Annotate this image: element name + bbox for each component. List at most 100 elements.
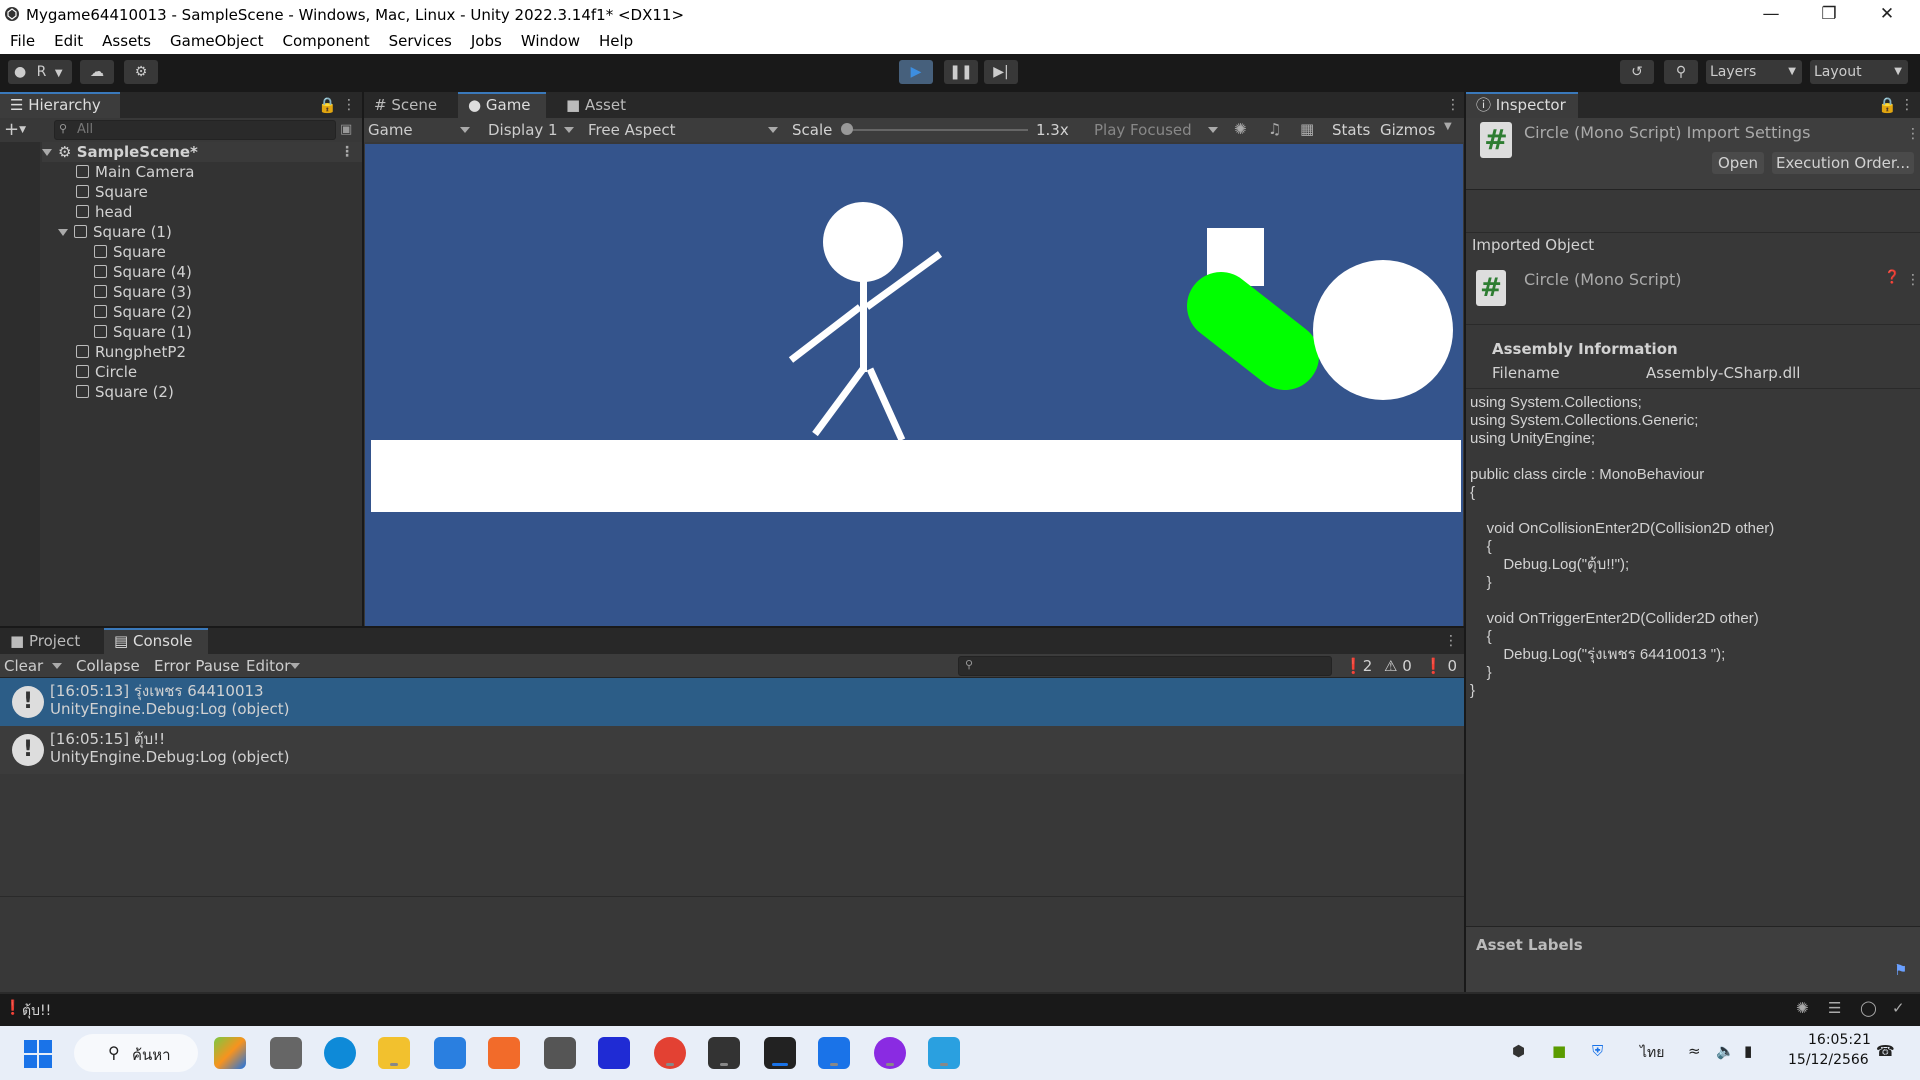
hierarchy-item[interactable]: Square (2)	[76, 382, 174, 402]
file-explorer-icon[interactable]	[378, 1037, 410, 1069]
tab-project[interactable]: ■ Project	[0, 628, 104, 654]
stats-button[interactable]: Stats	[1332, 121, 1370, 139]
app-icon[interactable]	[598, 1037, 630, 1069]
hierarchy-item[interactable]: Square (1)	[58, 222, 172, 242]
more-options-icon[interactable]: ⋮	[342, 97, 356, 113]
hierarchy-item[interactable]: Square (3)	[94, 282, 192, 302]
gizmos-button[interactable]: Gizmos	[1380, 121, 1435, 139]
clear-button[interactable]: Clear	[4, 655, 68, 677]
lock-icon[interactable]: 🔒	[318, 96, 337, 114]
collapse-toggle[interactable]: Collapse	[76, 657, 140, 675]
tab-scene[interactable]: # Scene	[364, 92, 458, 118]
menu-jobs[interactable]: Jobs	[461, 30, 511, 50]
scale-slider-track[interactable]	[844, 129, 1028, 131]
hierarchy-item[interactable]: Main Camera	[76, 162, 194, 182]
hierarchy-item[interactable]: Square (2)	[94, 302, 192, 322]
unity-hub-app-icon[interactable]	[708, 1037, 740, 1069]
tab-asset-store[interactable]: ■ Asset Store	[556, 92, 676, 140]
bug-icon[interactable]: ✺	[1796, 999, 1809, 1017]
minimize-button[interactable]: —	[1742, 0, 1800, 30]
hierarchy-item[interactable]: RungphetP2	[76, 342, 186, 362]
more-options-icon[interactable]: ⋮	[1444, 633, 1458, 649]
tab-inspector[interactable]: ⓘ Inspector	[1466, 92, 1578, 118]
pause-button[interactable]: ❚❚	[944, 60, 978, 84]
log-count-toggle[interactable]: ❗2	[1344, 657, 1372, 675]
scale-slider-thumb[interactable]	[841, 123, 853, 135]
wifi-icon[interactable]: ≈	[1688, 1042, 1701, 1060]
editor-dropdown[interactable]: Editor	[246, 655, 306, 677]
history-button[interactable]: ↺	[1620, 60, 1654, 84]
menu-help[interactable]: Help	[589, 30, 642, 50]
hierarchy-item[interactable]: Square (1)	[94, 322, 192, 342]
help-icon[interactable]: ❓	[1884, 270, 1900, 285]
chevron-down-icon[interactable]: ▼	[1444, 121, 1452, 132]
console-log-entry[interactable]: ! [16:05:13] รุ่งเพชร 64410013 UnityEngi…	[0, 678, 1464, 726]
expand-caret-icon[interactable]	[58, 229, 68, 236]
nvidia-tray-icon[interactable]: ■	[1552, 1042, 1566, 1060]
scene-row[interactable]: ⚙ SampleScene* ⋮	[42, 142, 362, 162]
hierarchy-item[interactable]: Square	[76, 182, 148, 202]
task-view-icon[interactable]	[270, 1037, 302, 1069]
error-pause-toggle[interactable]: Error Pause	[154, 657, 239, 675]
add-object-button[interactable]: +▼	[4, 120, 32, 140]
github-desktop-icon[interactable]	[874, 1037, 906, 1069]
search-button[interactable]: ⚲	[1664, 60, 1698, 84]
close-window-button[interactable]: ✕	[1858, 0, 1916, 30]
tab-console[interactable]: ▤ Console	[104, 628, 208, 654]
keyboard-icon[interactable]: ▦	[1300, 120, 1314, 138]
unity-editor-icon[interactable]	[764, 1037, 796, 1069]
network-icon[interactable]: ◯	[1860, 999, 1877, 1017]
layout-dropdown[interactable]: Layout ▼	[1810, 60, 1908, 84]
more-options-icon[interactable]: ⋮	[1900, 97, 1914, 113]
account-button[interactable]: ● R ▼	[8, 60, 72, 84]
windows-start-icon[interactable]	[24, 1040, 52, 1068]
unity-tray-icon[interactable]: ⬢	[1512, 1042, 1525, 1060]
menu-window[interactable]: Window	[511, 30, 589, 50]
menu-file[interactable]: File	[0, 30, 44, 50]
lock-icon[interactable]: 🔒	[1878, 96, 1897, 114]
more-options-icon[interactable]: ⋮	[1446, 97, 1460, 113]
taskbar-search[interactable]: ⚲ ค้นหา	[74, 1034, 198, 1072]
tab-game[interactable]: ● Game	[458, 92, 546, 118]
cloud-button[interactable]: ☁	[80, 60, 114, 84]
notification-bell-icon[interactable]: ☎	[1876, 1042, 1895, 1060]
check-icon[interactable]: ✓	[1892, 999, 1905, 1017]
more-options-icon[interactable]: ⋮	[1906, 272, 1920, 288]
more-options-icon[interactable]: ⋮	[340, 144, 354, 160]
defender-tray-icon[interactable]: ⛨	[1592, 1042, 1603, 1060]
hierarchy-search-field[interactable]: ⚲ All	[54, 120, 336, 140]
console-log-entry[interactable]: ! [16:05:15] ตุ้บ!! UnityEngine.Debug:Lo…	[0, 726, 1464, 774]
edge-icon[interactable]	[324, 1037, 356, 1069]
layers-dropdown[interactable]: Layers ▼	[1706, 60, 1802, 84]
open-button[interactable]: Open	[1712, 152, 1764, 174]
chrome-icon[interactable]	[654, 1037, 686, 1069]
menu-edit[interactable]: Edit	[44, 30, 92, 50]
game-canvas[interactable]	[365, 144, 1463, 626]
view-select[interactable]: Game	[368, 119, 476, 141]
execution-order-button[interactable]: Execution Order...	[1772, 152, 1914, 174]
display-select[interactable]: Display 1	[488, 119, 580, 141]
play-button[interactable]: ▶	[899, 60, 933, 84]
xampp-icon[interactable]	[488, 1037, 520, 1069]
battery-icon[interactable]: ▮	[1744, 1042, 1752, 1060]
more-options-icon[interactable]: ⋮	[1906, 126, 1920, 142]
search-scene-icon[interactable]: ▣	[340, 122, 352, 137]
copilot-icon[interactable]	[214, 1037, 246, 1069]
menu-gameobject[interactable]: GameObject	[160, 30, 273, 50]
expand-caret-icon[interactable]	[42, 149, 52, 156]
error-count-toggle[interactable]: ❗ 0	[1424, 657, 1457, 675]
speaker-muted-icon[interactable]: 🔈	[1716, 1042, 1735, 1060]
bug-icon[interactable]: ✺	[1234, 120, 1247, 138]
collab-button[interactable]: ⚙	[124, 60, 158, 84]
menu-assets[interactable]: Assets	[92, 30, 160, 50]
vscode-icon[interactable]	[818, 1037, 850, 1069]
layers-icon[interactable]: ☰	[1828, 999, 1841, 1017]
menu-services[interactable]: Services	[379, 30, 461, 50]
hierarchy-item[interactable]: Circle	[76, 362, 137, 382]
play-mode-select[interactable]: Play Focused	[1094, 119, 1224, 141]
language-indicator[interactable]: ไทย	[1640, 1042, 1664, 1064]
menu-component[interactable]: Component	[273, 30, 379, 50]
tag-icon[interactable]: ⚑	[1894, 961, 1907, 979]
tab-hierarchy[interactable]: ☰ Hierarchy	[0, 92, 120, 118]
aspect-select[interactable]: Free Aspect	[588, 119, 784, 141]
